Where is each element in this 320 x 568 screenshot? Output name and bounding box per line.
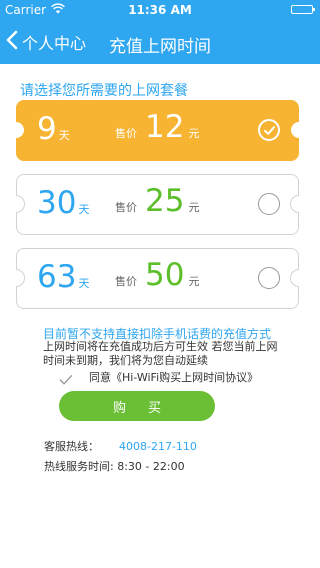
activation-description: 上网时间将在充值成功后方可生效 若您当前上网时间未到期，我们将为您自动延续 xyxy=(43,340,278,367)
days-value: 30 xyxy=(37,185,77,221)
days-unit: 天 xyxy=(78,203,90,216)
ticket-notch xyxy=(290,195,299,213)
package-days: 30 天 xyxy=(37,185,89,221)
days-value: 9 xyxy=(37,111,57,147)
service-hotline: 客服热线： 4008-217-110 xyxy=(44,438,197,454)
package-days: 63 天 xyxy=(37,259,89,295)
days-unit: 天 xyxy=(78,277,90,290)
checkmark-icon[interactable] xyxy=(258,119,280,141)
price-label: 售价 xyxy=(115,127,137,140)
price-unit: 元 xyxy=(188,127,200,140)
price-value: 25 xyxy=(145,183,185,219)
price-label: 售价 xyxy=(115,201,137,214)
price-value: 12 xyxy=(145,109,185,145)
checkmark-icon[interactable] xyxy=(59,371,73,385)
package-price: 售价 50 元 xyxy=(115,257,199,293)
hotline-hours: 热线服务时间: 8:30 - 22:00 xyxy=(44,460,185,473)
package-price: 售价 25 元 xyxy=(115,183,199,219)
package-option-30-days[interactable]: 30 天 售价 25 元 xyxy=(16,174,299,235)
price-unit: 元 xyxy=(188,201,200,214)
ticket-notch xyxy=(290,121,299,139)
radio-button[interactable] xyxy=(258,267,280,289)
price-label: 售价 xyxy=(115,275,137,288)
ticket-notch xyxy=(16,269,25,287)
ticket-notch xyxy=(16,195,25,213)
buy-button[interactable]: 购买 xyxy=(59,391,215,421)
agreement-text[interactable]: 同意《Hi-WiFi购买上网时间协议》 xyxy=(89,369,258,385)
hotline-number[interactable]: 4008-217-110 xyxy=(119,440,197,453)
package-option-63-days[interactable]: 63 天 售价 50 元 xyxy=(16,248,299,309)
page-title: 充值上网时间 xyxy=(109,37,211,57)
days-unit: 天 xyxy=(58,129,70,142)
price-unit: 元 xyxy=(188,275,200,288)
hotline-label: 客服热线： xyxy=(44,440,99,453)
package-price: 售价 12 元 xyxy=(115,109,199,145)
nav-bar: 个人中心 充值上网时间 xyxy=(0,20,320,64)
package-days: 9 天 xyxy=(37,111,70,147)
battery-icon xyxy=(291,5,315,14)
status-time: 11:36 AM xyxy=(128,3,192,17)
agreement-row[interactable]: 同意《Hi-WiFi购买上网时间协议》 xyxy=(59,369,258,385)
days-value: 63 xyxy=(37,259,77,295)
package-option-9-days[interactable]: 9 天 售价 12 元 xyxy=(16,100,299,161)
radio-button[interactable] xyxy=(258,193,280,215)
price-value: 50 xyxy=(145,257,185,293)
ticket-notch xyxy=(16,121,25,139)
ticket-notch xyxy=(290,269,299,287)
status-bar: Carrier 11:36 AM xyxy=(0,0,320,20)
section-title: 请选择您所需要的上网套餐 xyxy=(20,83,188,99)
